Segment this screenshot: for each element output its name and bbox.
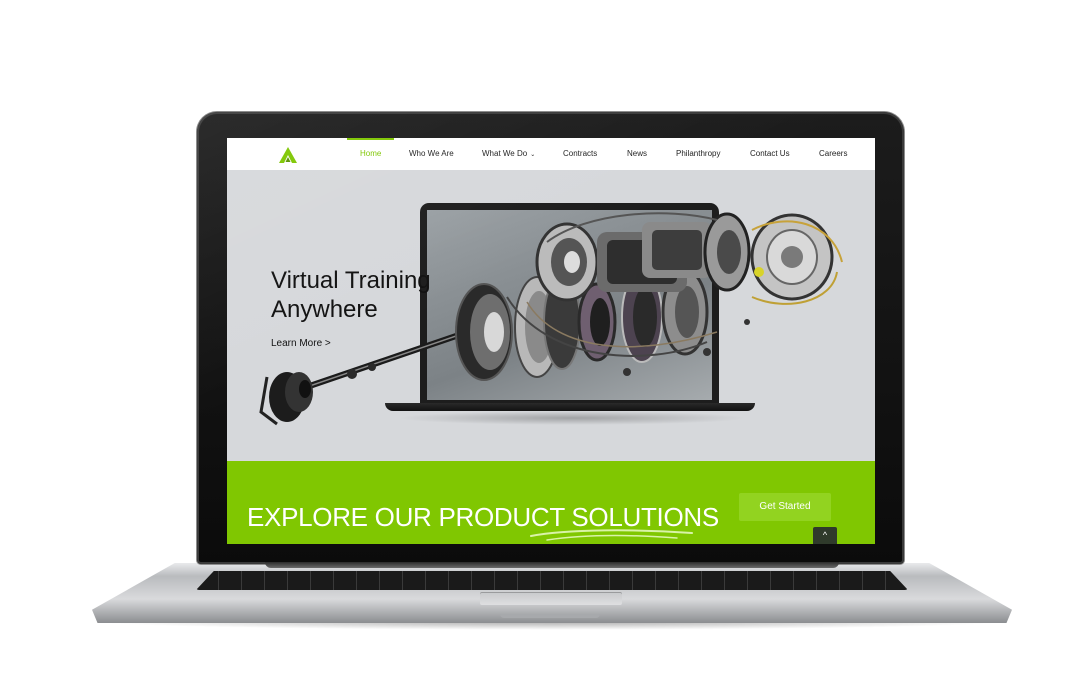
a-logo-icon[interactable] <box>279 147 297 163</box>
back-to-top-icon[interactable]: ^ <box>813 527 837 544</box>
site-header: Home Who We Are What We Do ⌄ Contracts Ne… <box>227 138 875 171</box>
chevron-down-icon: ⌄ <box>530 152 536 158</box>
nav-what-we-do[interactable]: What We Do ⌄ <box>482 138 535 170</box>
laptop-notch <box>500 614 600 618</box>
laptop-trackpad <box>480 592 622 605</box>
product-solutions-band: EXPLORE OUR PRODUCT SOLUTIONS Get Starte… <box>227 461 875 544</box>
nav-home[interactable]: Home <box>346 138 395 170</box>
learn-more-link[interactable]: Learn More > <box>271 338 331 349</box>
laptop-screen: Home Who We Are What We Do ⌄ Contracts Ne… <box>227 138 875 544</box>
nav-what-we-do-label: What We Do <box>482 149 528 158</box>
laptop-keyboard <box>196 571 908 590</box>
nav-who-we-are[interactable]: Who We Are <box>409 138 454 170</box>
hero-title-line-1: Virtual Training <box>271 267 431 294</box>
nav-contact-us[interactable]: Contact Us <box>750 138 790 170</box>
engine-illustration <box>259 212 843 426</box>
hero-title-line-2: Anywhere <box>271 296 378 323</box>
underline-swoosh <box>530 529 693 541</box>
hero-title: Virtual Training Anywhere <box>271 266 481 324</box>
nav-careers[interactable]: Careers <box>819 138 847 170</box>
nav-news[interactable]: News <box>627 138 647 170</box>
get-started-button[interactable]: Get Started <box>739 493 831 521</box>
laptop-hinge <box>265 562 839 568</box>
hero-section: Virtual Training Anywhere Learn More > <box>227 170 875 461</box>
nav-contracts[interactable]: Contracts <box>563 138 597 170</box>
nav-philanthropy[interactable]: Philanthropy <box>676 138 720 170</box>
